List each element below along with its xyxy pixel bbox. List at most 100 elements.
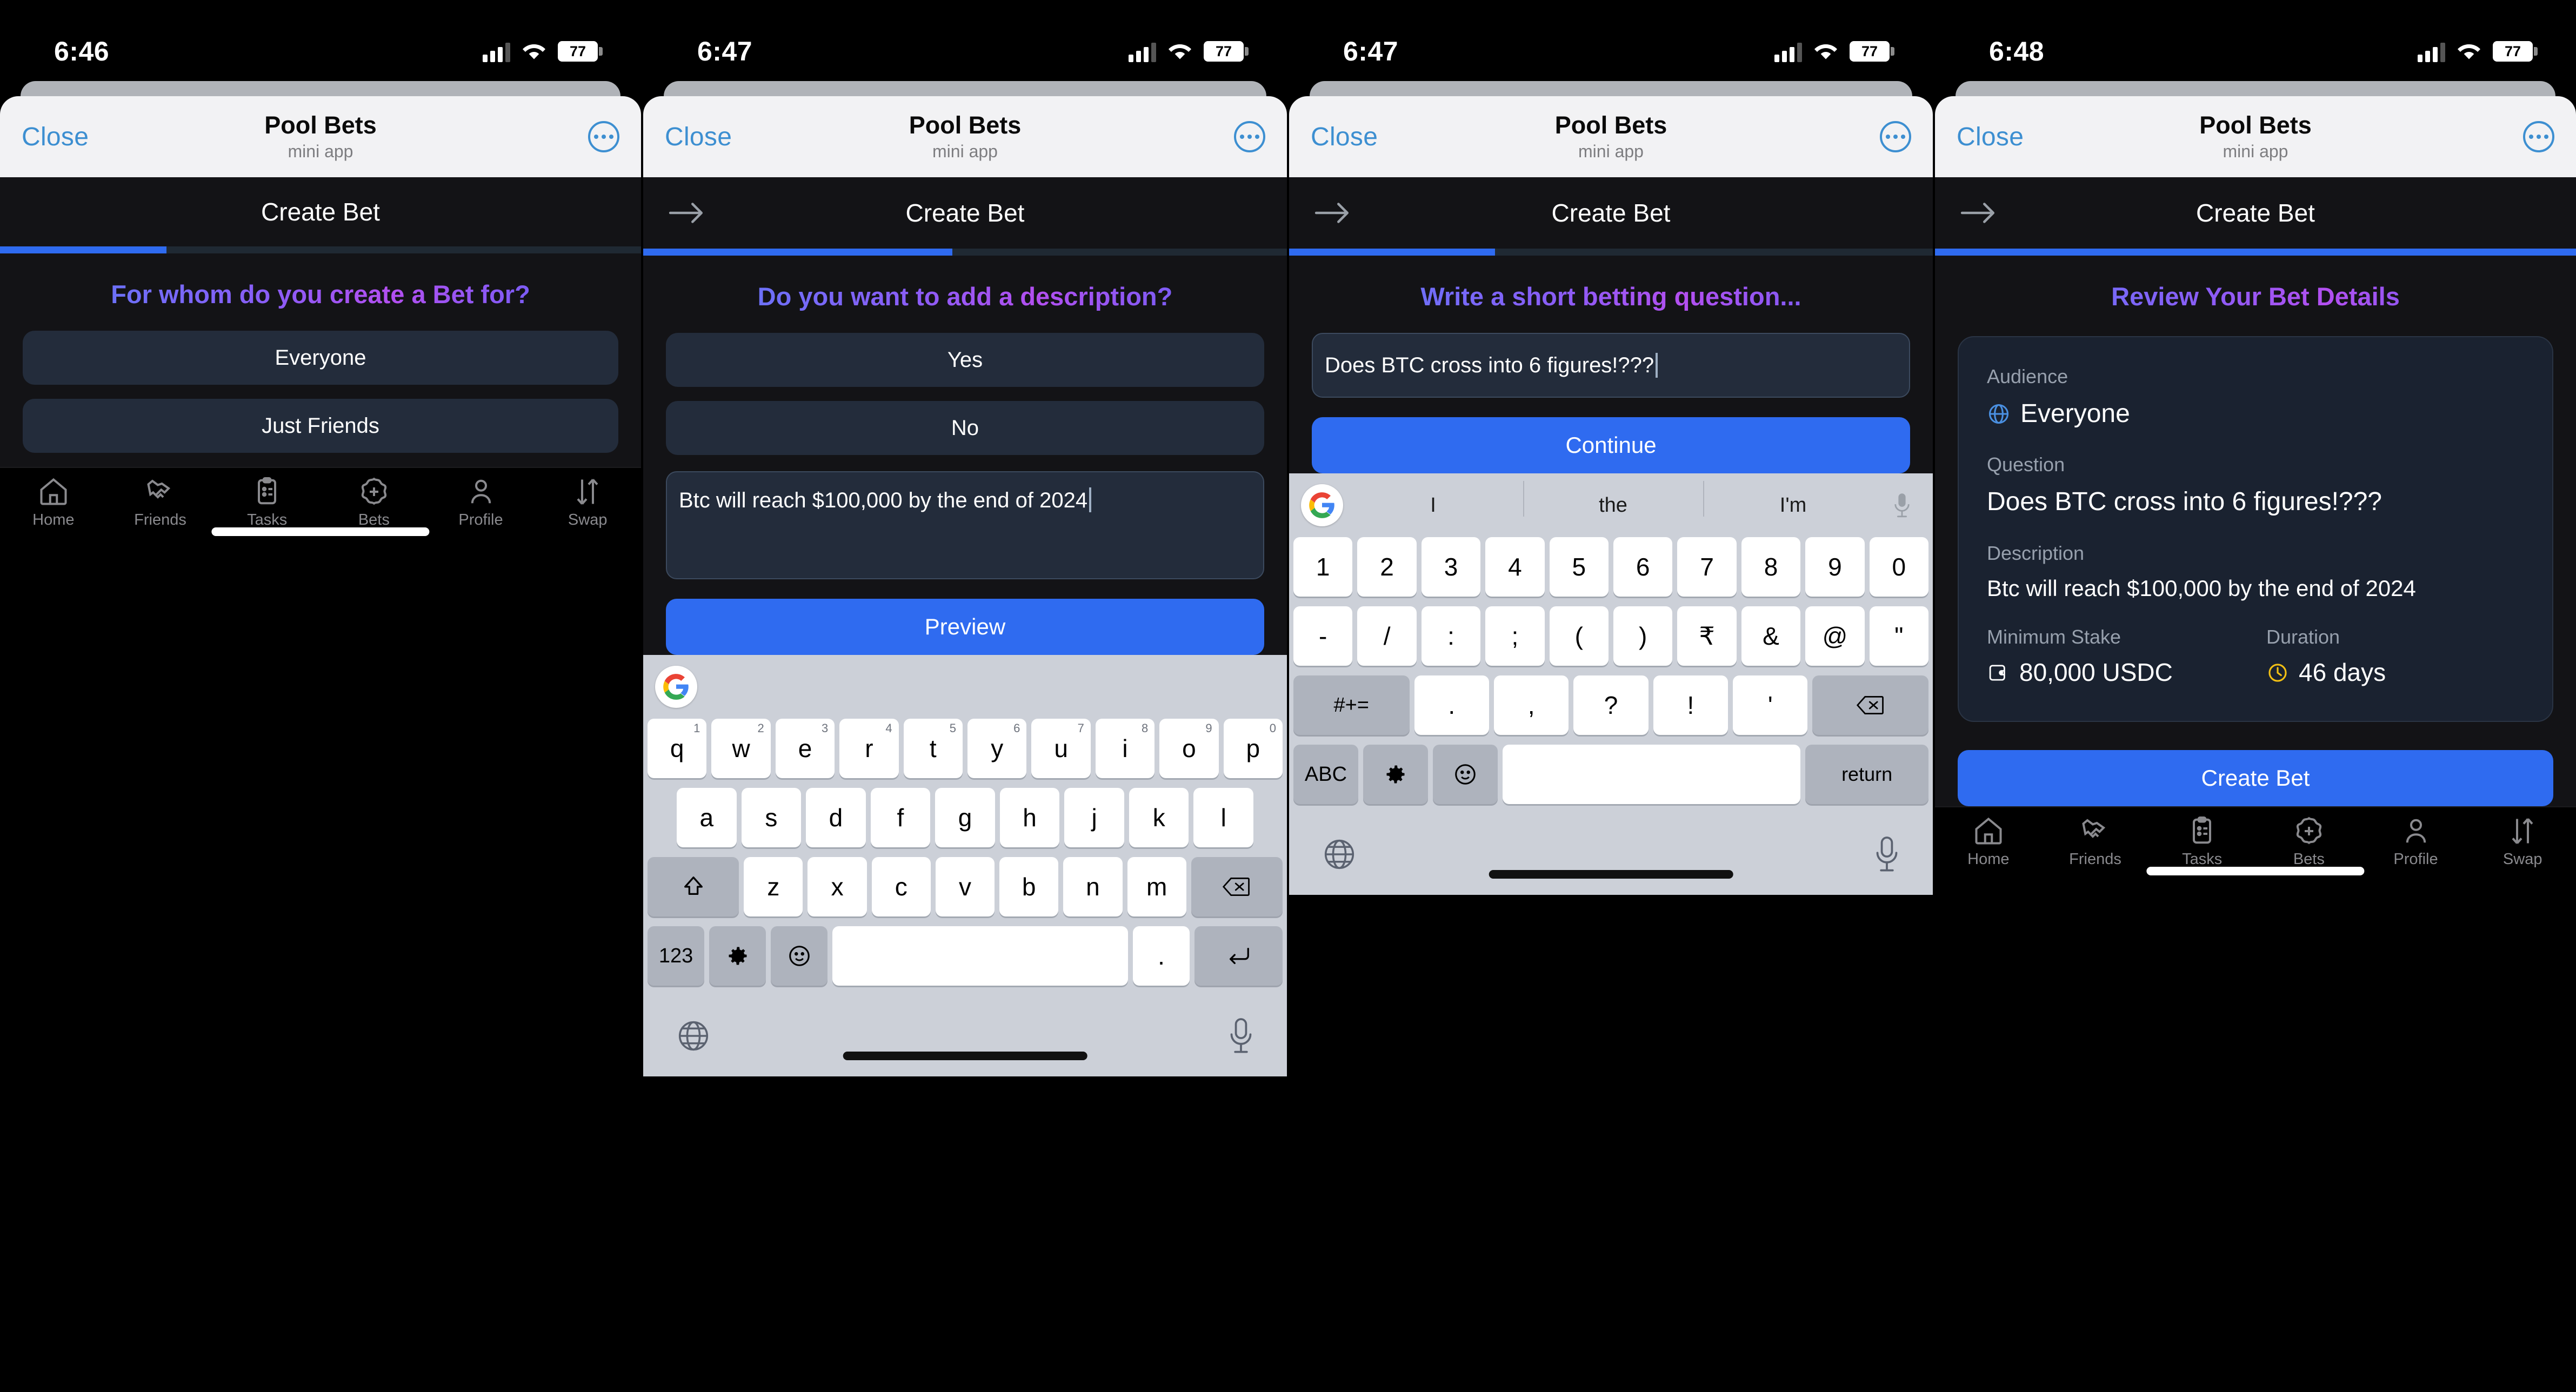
key-ampersand[interactable]: & [1741,606,1801,666]
tab-friends[interactable]: Friends [2042,815,2149,868]
question-input[interactable]: Does BTC cross into 6 figures!??? [1312,333,1910,398]
period-key[interactable]: . [1132,926,1190,986]
symbols-mode-key[interactable]: #+= [1293,675,1410,735]
space-key[interactable] [1502,745,1801,804]
key-comma[interactable]: , [1493,675,1569,735]
key-4[interactable]: 4 [1485,537,1545,597]
key-l[interactable]: l [1193,788,1254,847]
key-paren-close[interactable]: ) [1613,606,1673,666]
key-slash[interactable]: / [1357,606,1417,666]
key-rupee[interactable]: ₹ [1677,606,1737,666]
globe-icon[interactable] [676,1018,711,1054]
tab-tasks[interactable]: Tasks [213,476,321,529]
key-5[interactable]: 5 [1549,537,1609,597]
key-o[interactable]: 9o [1159,719,1219,778]
return-key[interactable]: return [1805,745,1928,804]
key-at[interactable]: @ [1805,606,1865,666]
key-c[interactable]: c [871,857,931,916]
key-q[interactable]: 1q [647,719,707,778]
key-s[interactable]: s [741,788,802,847]
tab-tasks[interactable]: Tasks [2148,815,2255,868]
key-question[interactable]: ? [1573,675,1649,735]
key-quote[interactable]: " [1869,606,1929,666]
microphone-icon[interactable] [1883,492,1921,519]
backspace-icon[interactable] [1191,857,1283,916]
emoji-icon[interactable] [1432,745,1498,804]
tab-profile[interactable]: Profile [2363,815,2470,868]
key-f[interactable]: f [870,788,931,847]
tab-home[interactable]: Home [0,476,107,529]
ellipsis-icon[interactable] [588,121,619,152]
key-b[interactable]: b [999,857,1059,916]
create-bet-button[interactable]: Create Bet [1958,749,2553,806]
key-k[interactable]: k [1129,788,1189,847]
key-9[interactable]: 9 [1805,537,1865,597]
key-colon[interactable]: : [1421,606,1481,666]
key-exclamation[interactable]: ! [1653,675,1729,735]
key-t[interactable]: 5t [903,719,963,778]
close-button[interactable]: Close [22,122,89,152]
key-2[interactable]: 2 [1357,537,1417,597]
key-semicolon[interactable]: ; [1485,606,1545,666]
key-y[interactable]: 6y [967,719,1027,778]
gear-icon[interactable] [709,926,766,986]
key-6[interactable]: 6 [1613,537,1673,597]
key-0[interactable]: 0 [1869,537,1929,597]
backspace-icon[interactable] [1812,675,1928,735]
enter-return-icon[interactable] [1194,926,1283,986]
tab-friends[interactable]: Friends [107,476,214,529]
emoji-icon[interactable] [771,926,828,986]
option-just-friends[interactable]: Just Friends [23,399,618,453]
ellipsis-icon[interactable] [1234,121,1265,152]
tab-bets[interactable]: Bets [2255,815,2363,868]
key-1[interactable]: 1 [1293,537,1353,597]
key-r[interactable]: 4r [839,719,899,778]
shift-arrow-icon[interactable] [648,857,739,916]
tab-home[interactable]: Home [1935,815,2042,868]
key-z[interactable]: z [744,857,803,916]
google-g-icon[interactable] [655,666,697,708]
key-period[interactable]: . [1414,675,1489,735]
key-paren-open[interactable]: ( [1549,606,1609,666]
description-input[interactable]: Btc will reach $100,000 by the end of 20… [666,471,1264,579]
suggestion-item[interactable]: I'm [1703,480,1883,517]
key-v[interactable]: v [935,857,995,916]
tab-swap[interactable]: Swap [2469,815,2576,868]
key-h[interactable]: h [999,788,1060,847]
close-button[interactable]: Close [1311,122,1378,152]
space-key[interactable] [832,926,1128,986]
google-g-icon[interactable] [1301,484,1343,526]
continue-button[interactable]: Continue [1312,417,1910,473]
alpha-mode-key[interactable]: ABC [1293,745,1358,804]
key-w[interactable]: 2w [711,719,771,778]
key-u[interactable]: 7u [1031,719,1091,778]
globe-icon[interactable] [1322,836,1357,872]
key-g[interactable]: g [935,788,995,847]
ellipsis-icon[interactable] [1880,121,1911,152]
key-apostrophe[interactable]: ' [1733,675,1808,735]
key-e[interactable]: 3e [775,719,835,778]
key-hyphen[interactable]: - [1293,606,1353,666]
option-everyone[interactable]: Everyone [23,331,618,385]
numeric-mode-key[interactable]: 123 [648,926,705,986]
option-no[interactable]: No [666,401,1264,455]
key-a[interactable]: a [676,788,737,847]
key-d[interactable]: d [806,788,866,847]
close-button[interactable]: Close [665,122,732,152]
key-j[interactable]: j [1064,788,1124,847]
key-n[interactable]: n [1063,857,1123,916]
key-m[interactable]: m [1127,857,1186,916]
key-8[interactable]: 8 [1741,537,1801,597]
microphone-icon[interactable] [1873,835,1900,873]
key-7[interactable]: 7 [1677,537,1737,597]
key-i[interactable]: 8i [1095,719,1155,778]
close-button[interactable]: Close [1957,122,2024,152]
suggestion-item[interactable]: the [1523,480,1703,517]
ellipsis-icon[interactable] [2523,121,2554,152]
microphone-icon[interactable] [1227,1017,1254,1055]
gear-icon[interactable] [1363,745,1428,804]
tab-swap[interactable]: Swap [534,476,641,529]
preview-button[interactable]: Preview [666,599,1264,655]
tab-profile[interactable]: Profile [428,476,535,529]
key-3[interactable]: 3 [1421,537,1481,597]
